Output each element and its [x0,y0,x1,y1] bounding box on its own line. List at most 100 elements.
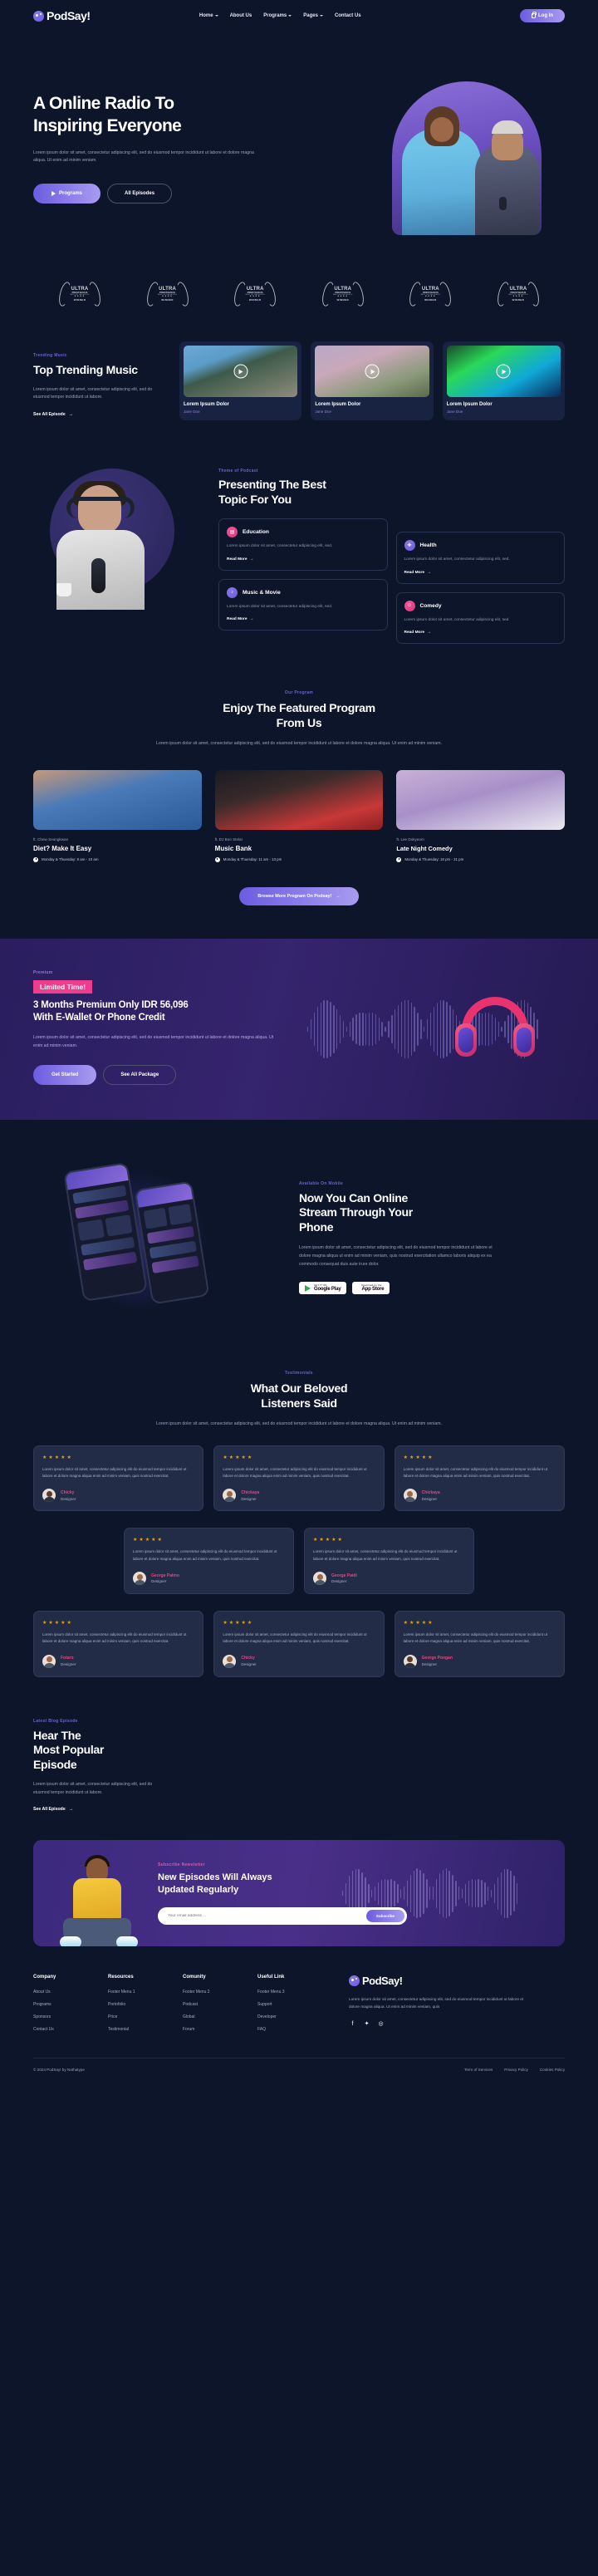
trending-section: Trending Music Top Trending Music Lorem … [33,335,565,454]
testimonial-card[interactable]: ★★★★★ Lorem ipsum dolor sit amet, consect… [33,1445,204,1512]
testimonial-card[interactable]: ★★★★★ Lorem ipsum dolor sit amet, consect… [33,1611,204,1677]
footer-link[interactable]: Portofolio [108,2002,183,2007]
footer-link[interactable]: Forum [183,2027,257,2032]
trending-card[interactable]: Lorem Ipsum Dolor Jane Doe [179,341,302,420]
topic-read-more-link[interactable]: Read More → [404,631,557,635]
browse-more-programs-button[interactable]: Browse More Program On Podsay! → [239,886,359,905]
waveform-bar [513,1876,515,1911]
testimonial-card[interactable]: ★★★★★ Lorem ipsum dolor sit amet, consect… [213,1445,385,1512]
nav-item-about[interactable]: About Us [230,13,252,18]
avatar [313,1572,326,1586]
laurel-right-icon [262,280,278,308]
topic-read-more-link[interactable]: Read More → [227,557,380,562]
trending-card[interactable]: Lorem Ipsum Dolor Jane Doe [311,341,434,420]
footer-bottom-bar: © 2024 PodSay! by Nathatype Term of Serv… [33,2058,565,2085]
hero-programs-button[interactable]: Programs [33,183,101,204]
headphone-cup-left [455,1023,477,1057]
hero-all-episodes-button[interactable]: All Episodes [107,183,173,204]
topic-read-more-link[interactable]: Read More → [227,617,380,621]
program-title: Music Bank [214,844,252,852]
topic-card-education[interactable]: ▤ Education Lorem ipsum dolor sit amet, … [218,518,388,571]
footer-heading: Comunity [183,1975,206,1980]
program-card[interactable]: ft. Lee Dokyeom Late Night Comedy Monday… [396,769,566,862]
legal-link-privacy[interactable]: Privacy Policy [504,2068,528,2072]
podcast-bubble-icon [349,1975,360,1987]
footer-logo[interactable]: PodSay! [349,1975,565,1987]
testimonial-card[interactable]: ★★★★★ Lorem ipsum dolor sit amet, consect… [394,1445,565,1512]
avatar [133,1572,146,1586]
trending-card[interactable]: Lorem Ipsum Dolor Jane Doe [442,341,565,420]
testimonial-card[interactable]: ★★★★★ Lorem ipsum dolor sit amet, consect… [213,1611,385,1677]
see-all-package-button[interactable]: See All Package [103,1065,177,1086]
footer-link[interactable]: Testimonial [108,2027,183,2032]
play-button[interactable] [233,364,248,379]
email-input[interactable] [160,1913,366,1918]
programs-title: Enjoy The Featured Program From Us [33,701,565,730]
legal-links: Term of Services Privacy Policy Cookies … [464,2068,565,2072]
google-play-badge[interactable]: GET IT ON Google Play [299,1282,347,1295]
footer-link[interactable]: Footer Menu 3 [257,1990,332,1995]
footer-link[interactable]: Footer Menu 1 [108,1990,183,1995]
instagram-icon[interactable]: ◎ [377,2020,385,2028]
footer-link[interactable]: Price [108,2014,183,2019]
blog-see-all-link[interactable]: See All Episode → [33,1807,565,1812]
star-rating: ★★★★★ [133,1538,164,1543]
testimonial-card[interactable]: ★★★★★ Lorem ipsum dolor sit amet, consect… [304,1528,474,1595]
testimonial-card[interactable]: ★★★★★ Lorem ipsum dolor sit amet, consect… [124,1528,294,1595]
nav-item-pages[interactable]: Pages [303,13,323,18]
subscribe-button[interactable]: Subscribe [365,1909,404,1922]
footer-link[interactable]: FAQ [257,2027,332,2032]
legal-link-terms[interactable]: Term of Services [464,2068,493,2072]
footer-link[interactable]: Support [257,2002,332,2007]
star-rating: ★★★★★ [403,1455,434,1460]
awards-row: ULTRA PRESTIGIOUS BEST OF THE WORLD ★★★★ WIN… [0,268,598,335]
nav-item-contact[interactable]: Contact Us [335,13,361,18]
footer-heading: Resources [108,1975,134,1980]
footer-link[interactable]: About Us [33,1990,108,1995]
play-button[interactable] [496,364,511,379]
author-name: Chickaya [241,1490,260,1496]
app-store-badge[interactable]: Download on the App Store [352,1282,390,1295]
footer-link[interactable]: Global [183,2014,257,2019]
play-icon [51,190,56,196]
trending-eyebrow: Trending Music [33,353,67,358]
testimonials-eyebrow: Testimonials [285,1371,313,1376]
arrow-right-icon: → [427,570,431,575]
blog-title-line3: Episode [33,1757,77,1771]
program-title: Late Night Comedy [396,844,453,852]
testimonial-author: Chicky Designer [223,1654,375,1668]
footer-link[interactable]: Sponsors [33,2014,108,2019]
nav-label: Programs [263,13,287,18]
footer-link[interactable]: Programs [33,2002,108,2007]
nav-item-home[interactable]: Home [199,13,218,18]
testimonial-card[interactable]: ★★★★★ Lorem ipsum dolor sit amet, consect… [394,1611,565,1677]
programs-section: Our Program Enjoy The Featured Program F… [33,682,566,939]
topic-read-more-link[interactable]: Read More → [404,571,557,575]
waveform-bar [455,1880,457,1907]
topic-card-music-movie[interactable]: ♪ Music & Movie Lorem ipsum dolor sit am… [218,578,388,631]
program-card[interactable]: ft. Chew Seungkwan Diet? Make It Easy Mo… [33,769,202,862]
nav-label: About Us [229,13,252,18]
waveform-bar [503,1869,505,1918]
trending-card-author: Jane Doe [184,410,200,414]
testimonials-title: What Our Beloved Listeners Said [33,1381,565,1411]
topic-card-comedy[interactable]: ☺ Comedy Lorem ipsum dolor sit amet, con… [395,591,565,645]
mobile-phones-illustration [33,1155,282,1321]
nav-item-programs[interactable]: Programs [263,13,292,18]
premium-title-line2: With E-Wallet Or Phone Credit [33,1013,165,1023]
footer-link[interactable]: Contact Us [33,2027,108,2032]
footer-link[interactable]: Podcast [183,2002,257,2007]
program-card[interactable]: ft. DJ Boo Stelar Music Bank Monday & Th… [214,769,384,862]
get-started-button[interactable]: Get Started [33,1065,97,1086]
program-featuring: ft. Chew Seungkwan [33,837,69,841]
footer-link[interactable]: Developer [257,2014,332,2019]
play-button[interactable] [365,364,380,379]
twitter-icon[interactable]: ✦ [363,2020,370,2028]
login-button[interactable]: Log In [519,9,565,22]
footer-link[interactable]: Footer Menu 2 [183,1990,257,1995]
facebook-icon[interactable]: f [349,2020,356,2028]
brand-logo[interactable]: PodSay! [33,9,91,22]
topic-card-health[interactable]: ✚ Health Lorem ipsum dolor sit amet, con… [395,532,565,584]
legal-link-cookies[interactable]: Cookies Policy [540,2068,565,2072]
trending-see-all-link[interactable]: See All Episode → [33,412,166,417]
